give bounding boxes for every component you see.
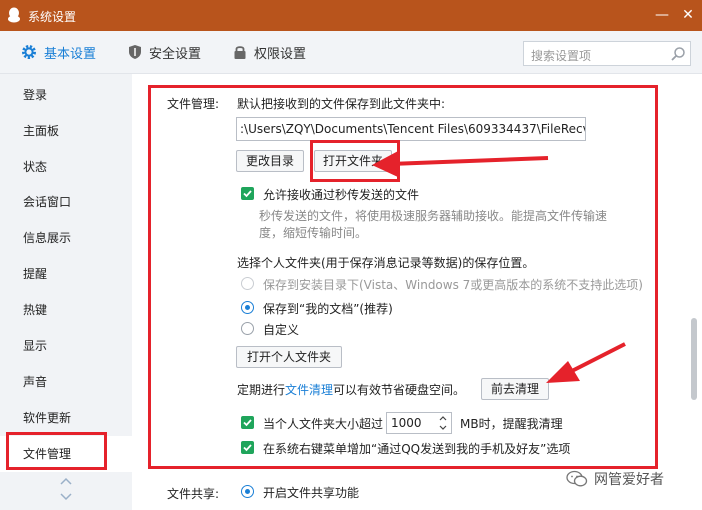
watermark: 网管爱好者	[566, 468, 664, 490]
watermark-text: 网管爱好者	[594, 472, 664, 488]
annotation-arrows	[372, 150, 626, 383]
arrow-to-cleanup	[546, 342, 626, 383]
arrow-to-open-folder	[372, 150, 549, 178]
wechat-icon	[566, 470, 588, 487]
